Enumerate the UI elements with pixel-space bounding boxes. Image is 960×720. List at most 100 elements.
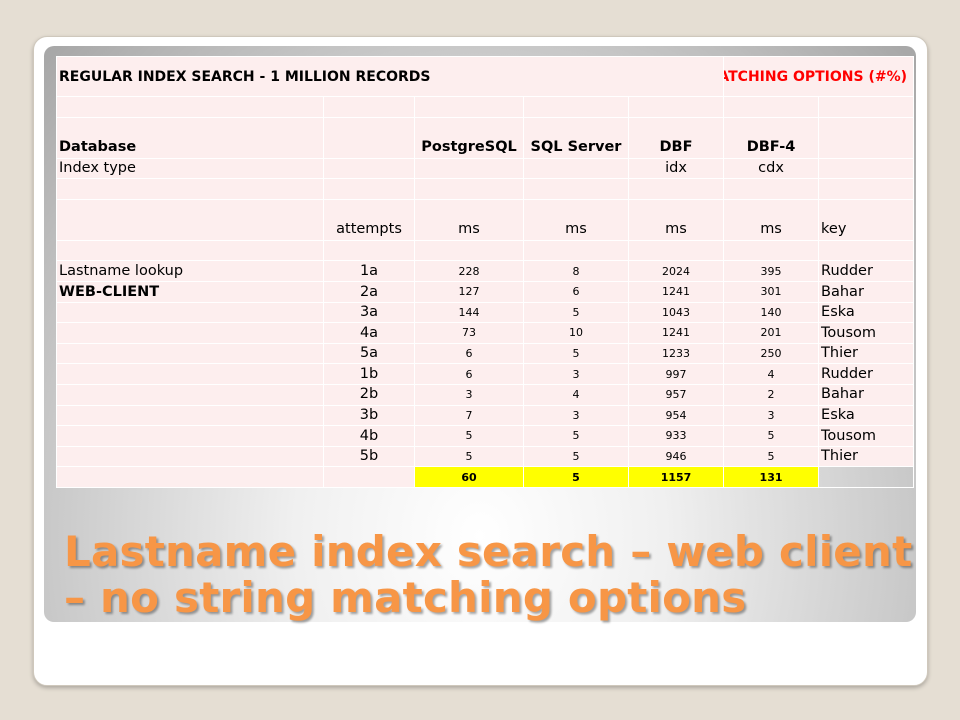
attempt-cell: 2a — [323, 280, 415, 303]
key-cell: Rudder — [818, 363, 915, 385]
attempt-cell: 5a — [323, 342, 415, 365]
value-cell: 6 — [414, 342, 524, 365]
key-cell: Thier — [818, 445, 915, 468]
value-cell: 250 — [723, 342, 820, 365]
value-cell: 5 — [414, 445, 524, 468]
total-cell: 131 — [723, 466, 820, 488]
value-cell: 201 — [723, 322, 820, 344]
row-label — [56, 363, 324, 385]
key-cell: Eska — [818, 404, 915, 427]
value-cell: 3 — [414, 383, 524, 406]
table-row: 3a 144 5 1043 140 Eska — [56, 301, 915, 324]
table-subtitle-text: WITHOUT STRING MATCHING OPTIONS (#%) — [725, 69, 908, 85]
value-cell: 933 — [627, 425, 725, 447]
value-cell: 301 — [723, 280, 820, 303]
value-cell: 10 — [523, 322, 629, 344]
value-cell: 4 — [723, 363, 820, 385]
index-type-sqlserver — [523, 157, 629, 180]
value-cell: 1241 — [627, 322, 725, 344]
value-cell: 3 — [723, 404, 820, 427]
attempt-cell: 1b — [323, 363, 415, 385]
attempt-cell: 4a — [323, 322, 415, 344]
unit-header: ms — [523, 198, 629, 241]
value-cell: 6 — [414, 363, 524, 385]
table-title: REGULAR INDEX SEARCH - 1 MILLION RECORDS — [55, 56, 725, 97]
table-row: 3b 7 3 954 3 Eska — [56, 404, 915, 427]
key-cell: Eska — [818, 301, 915, 324]
table-row: 4a 73 10 1241 201 Tousom — [56, 322, 915, 344]
key-cell: Tousom — [818, 322, 915, 344]
index-type-dbf: idx — [627, 157, 725, 180]
total-cell: 60 — [414, 466, 524, 488]
value-cell: 5 — [723, 445, 820, 468]
value-cell: 5 — [523, 445, 629, 468]
value-cell: 8 — [523, 260, 629, 282]
value-cell: 997 — [627, 363, 725, 385]
key-cell: Thier — [818, 342, 915, 365]
attempt-cell: 5b — [323, 445, 415, 468]
attempt-cell: 3a — [323, 301, 415, 324]
table-row: 2b 3 4 957 2 Bahar — [56, 383, 915, 406]
row-label — [56, 342, 324, 365]
value-cell: 5 — [414, 425, 524, 447]
value-cell: 4 — [523, 383, 629, 406]
row-label — [56, 383, 324, 406]
index-type-label: Index type — [56, 157, 324, 180]
attempts-header: attempts — [323, 198, 415, 241]
value-cell: 1043 — [627, 301, 725, 324]
row-label — [56, 322, 324, 344]
value-cell: 127 — [414, 280, 524, 303]
row-label — [56, 301, 324, 324]
db-header-sqlserver: SQL Server — [523, 116, 629, 159]
value-cell: 144 — [414, 301, 524, 324]
attempt-cell: 2b — [323, 383, 415, 406]
key-cell: Bahar — [818, 280, 915, 303]
value-cell: 3 — [523, 363, 629, 385]
value-cell: 954 — [627, 404, 725, 427]
value-cell: 946 — [627, 445, 725, 468]
key-cell: Rudder — [818, 260, 915, 282]
value-cell: 73 — [414, 322, 524, 344]
db-header-postgresql: PostgreSQL — [414, 116, 524, 159]
value-cell: 140 — [723, 301, 820, 324]
key-header: key — [818, 198, 915, 241]
value-cell: 2 — [723, 383, 820, 406]
index-type-postgresql — [414, 157, 524, 180]
slide-title: Lastname index search – web client – no … — [64, 527, 913, 622]
unit-header: ms — [627, 198, 725, 241]
table-row: Lastname lookup 1a 228 8 2024 395 Rudder — [56, 260, 915, 282]
total-cell: 1157 — [627, 466, 725, 488]
value-cell: 395 — [723, 260, 820, 282]
value-cell: 5 — [523, 342, 629, 365]
totals-row: 60 5 1157 131 — [56, 466, 915, 488]
table-row: WEB-CLIENT 2a 127 6 1241 301 Bahar — [56, 280, 915, 303]
row-label: WEB-CLIENT — [56, 280, 324, 303]
table-subtitle: WITHOUT STRING MATCHING OPTIONS (#%) — [723, 56, 915, 97]
attempt-cell: 4b — [323, 425, 415, 447]
value-cell: 5 — [523, 301, 629, 324]
results-table: REGULAR INDEX SEARCH - 1 MILLION RECORDS… — [55, 56, 915, 488]
total-cell: 5 — [523, 466, 629, 488]
value-cell: 6 — [523, 280, 629, 303]
value-cell: 2024 — [627, 260, 725, 282]
db-header-dbf4: DBF-4 — [723, 116, 820, 159]
table-row: 4b 5 5 933 5 Tousom — [56, 425, 915, 447]
unit-header: ms — [723, 198, 820, 241]
row-label — [56, 445, 324, 468]
database-label: Database — [56, 116, 324, 159]
value-cell: 5 — [523, 425, 629, 447]
row-label — [56, 425, 324, 447]
index-type-dbf4: cdx — [723, 157, 820, 180]
table-row: 5b 5 5 946 5 Thier — [56, 445, 915, 468]
value-cell: 1241 — [627, 280, 725, 303]
row-label — [56, 404, 324, 427]
row-label: Lastname lookup — [56, 260, 324, 282]
value-cell: 3 — [523, 404, 629, 427]
attempt-cell: 1a — [323, 260, 415, 282]
value-cell: 957 — [627, 383, 725, 406]
table-row: 5a 6 5 1233 250 Thier — [56, 342, 915, 365]
key-cell: Bahar — [818, 383, 915, 406]
unit-header: ms — [414, 198, 524, 241]
db-header-dbf: DBF — [627, 116, 725, 159]
key-cell: Tousom — [818, 425, 915, 447]
